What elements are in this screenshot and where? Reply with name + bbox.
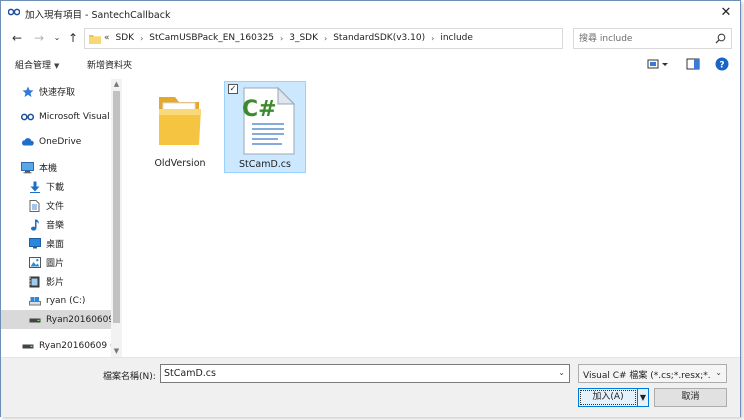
cancel-button[interactable]: 取消: [654, 388, 727, 407]
network-drive-icon: [28, 313, 41, 326]
network-drive-icon: [21, 339, 34, 352]
svg-text:?: ?: [719, 60, 724, 70]
music-icon: [28, 218, 41, 231]
address-bar: ← → ⌄ ↑ « SDK › StCamUSBPack_EN_160325 ›…: [1, 26, 740, 51]
sidebar-item-ryan20160609-f[interactable]: Ryan20160609 (F: [1, 336, 111, 355]
add-options-button[interactable]: ▼: [637, 389, 648, 406]
file-list: OldVersion ✓ C# StCamD.cs: [126, 77, 740, 357]
filetype-select[interactable]: Visual C# 檔案 (*.cs;*.resx;*.set ⌄: [578, 364, 727, 383]
navigation-pane: 快速存取 Microsoft Visual OneDrive 本機 下載 文件 …: [1, 79, 122, 357]
svg-text:C#: C#: [242, 97, 277, 122]
star-icon: [21, 85, 34, 98]
document-icon: [28, 199, 41, 212]
sidebar-item-ryan20160609[interactable]: Ryan20160609: [1, 310, 111, 329]
recent-locations-button[interactable]: ⌄: [49, 30, 65, 46]
toolbar: 組合管理 ▼ 新增資料夾 ?: [1, 53, 740, 75]
organize-button[interactable]: 組合管理 ▼: [15, 58, 59, 71]
scroll-up-icon[interactable]: ▲: [111, 79, 122, 90]
sidebar-item-desktop[interactable]: 桌面: [1, 234, 111, 253]
sidebar-item-onedrive[interactable]: OneDrive: [1, 132, 111, 151]
folder-icon: [89, 35, 101, 44]
title-bar: 加入現有項目 - SantechCallback ✕: [1, 1, 740, 25]
path-box[interactable]: « SDK › StCamUSBPack_EN_160325 › 3_SDK ›…: [84, 28, 642, 49]
csharp-file-icon: C#: [242, 86, 296, 155]
breadcrumb-item-stcamusbpack[interactable]: StCamUSBPack_EN_160325: [149, 33, 274, 43]
download-icon: [28, 180, 41, 193]
file-item-stcamd-cs[interactable]: ✓ C# StCamD.cs: [224, 81, 306, 173]
sidebar-item-documents[interactable]: 文件: [1, 196, 111, 215]
filename-input[interactable]: [164, 367, 544, 380]
chevron-down-icon: ⌄: [53, 33, 61, 42]
search-input[interactable]: [579, 32, 709, 46]
drive-icon: [28, 294, 41, 307]
selection-checkbox[interactable]: ✓: [228, 84, 238, 94]
desktop-icon: [28, 237, 41, 250]
back-button[interactable]: ←: [9, 30, 25, 46]
breadcrumb-item-3-sdk[interactable]: 3_SDK: [289, 33, 318, 43]
preview-pane-icon[interactable]: [686, 57, 700, 71]
up-button[interactable]: ↑: [65, 30, 81, 46]
arrow-up-icon: ↑: [67, 31, 79, 45]
file-item-oldversion[interactable]: OldVersion: [139, 81, 221, 173]
sidebar-item-videos[interactable]: 影片: [1, 272, 111, 291]
caret-down-icon: ▼: [639, 393, 647, 402]
filename-label: 檔案名稱(N):: [103, 372, 156, 382]
breadcrumb-separator[interactable]: ›: [431, 34, 434, 43]
filetype-value: Visual C# 檔案 (*.cs;*.resx;*.set: [583, 371, 711, 381]
caret-down-icon: ▼: [54, 62, 60, 70]
sidebar-item-microsoft-visual[interactable]: Microsoft Visual: [1, 107, 111, 126]
cloud-icon: [21, 135, 34, 148]
breadcrumb-overflow[interactable]: «: [104, 33, 110, 43]
visual-studio-icon: [21, 110, 34, 123]
sidebar-item-pictures[interactable]: 圖片: [1, 253, 111, 272]
forward-button[interactable]: →: [31, 30, 47, 46]
video-icon: [28, 275, 41, 288]
window-title: 加入現有項目 - SantechCallback: [25, 10, 171, 21]
folder-icon: [159, 97, 201, 145]
breadcrumb-item-standardsdk[interactable]: StandardSDK(v3.10): [333, 33, 425, 43]
picture-icon: [28, 256, 41, 269]
close-button[interactable]: ✕: [718, 5, 734, 21]
sidebar-item-this-pc[interactable]: 本機: [1, 158, 111, 177]
search-box: [573, 28, 732, 49]
dialog-footer: 檔案名稱(N): ⌄ Visual C# 檔案 (*.cs;*.resx;*.s…: [1, 357, 740, 417]
sidebar-item-quick-access[interactable]: 快速存取: [1, 82, 111, 101]
add-button-label[interactable]: 加入(A): [580, 390, 636, 405]
computer-icon: [21, 161, 34, 174]
arrow-left-icon: ←: [11, 31, 23, 45]
close-icon: ✕: [720, 5, 732, 20]
search-icon: [715, 33, 726, 44]
sidebar-item-downloads[interactable]: 下載: [1, 177, 111, 196]
breadcrumb-item-sdk[interactable]: SDK: [116, 33, 135, 43]
add-button[interactable]: 加入(A) ▼: [578, 388, 649, 407]
add-existing-item-dialog: 加入現有項目 - SantechCallback ✕ ← → ⌄ ↑ « SDK…: [0, 0, 741, 417]
breadcrumb-item-include[interactable]: include: [440, 33, 473, 43]
sidebar-scrollbar[interactable]: ▲ ▼: [111, 79, 122, 357]
sidebar-item-drive-c[interactable]: ryan (C:): [1, 291, 111, 310]
scroll-down-icon[interactable]: ▼: [111, 346, 122, 357]
arrow-right-icon: →: [33, 31, 45, 45]
chevron-down-icon: ⌄: [715, 368, 722, 377]
chevron-down-icon[interactable]: ⌄: [558, 368, 565, 377]
sidebar-item-music[interactable]: 音樂: [1, 215, 111, 234]
file-name: OldVersion: [154, 158, 206, 169]
scrollbar-thumb[interactable]: [113, 91, 120, 323]
file-name: StCamD.cs: [239, 159, 291, 170]
breadcrumb-separator[interactable]: ›: [324, 34, 327, 43]
breadcrumb-separator[interactable]: ›: [140, 34, 143, 43]
new-folder-button[interactable]: 新增資料夾: [87, 58, 132, 71]
filename-combobox: ⌄: [160, 364, 570, 383]
breadcrumb: « SDK › StCamUSBPack_EN_160325 › 3_SDK ›…: [104, 33, 473, 43]
view-options-icon[interactable]: [647, 57, 669, 71]
help-icon[interactable]: ?: [715, 57, 729, 71]
visual-studio-icon: [8, 8, 20, 16]
breadcrumb-separator[interactable]: ›: [280, 34, 283, 43]
